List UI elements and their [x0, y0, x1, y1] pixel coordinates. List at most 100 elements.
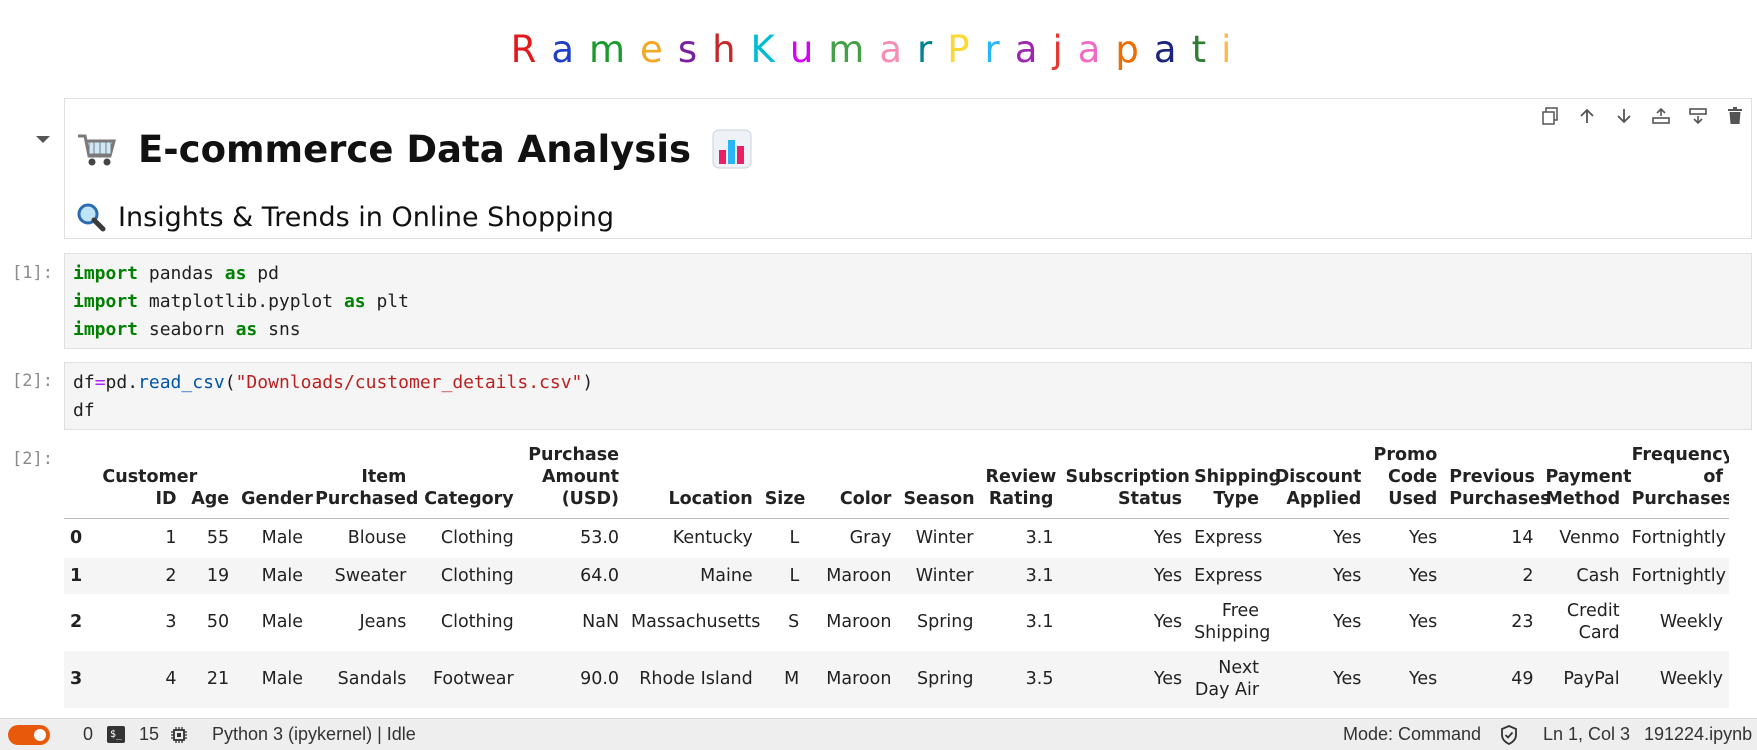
code-string: "Downloads/customer_details.csv" — [235, 372, 583, 393]
code-text: matplotlib.pyplot — [138, 291, 344, 312]
code-text: df — [73, 400, 95, 421]
table-cell: S — [788, 612, 800, 632]
duplicate-icon[interactable] — [1537, 104, 1563, 128]
terminal-icon[interactable]: $_ — [107, 726, 125, 743]
output-prompt: [2]: — [12, 449, 53, 469]
table-cell: Rhode Island — [639, 669, 753, 689]
table-cell: 23 — [1511, 612, 1534, 632]
insert-above-icon[interactable] — [1648, 104, 1674, 128]
notebook-heading: E-commerce Data Analysis — [76, 124, 753, 174]
table-cell: 90.0 — [580, 669, 620, 689]
table-cell: 53.0 — [580, 528, 620, 549]
table-cell: 14 — [1511, 528, 1534, 549]
title-letter: P — [947, 28, 985, 71]
table-cell: Maroon — [826, 612, 892, 632]
move-up-icon[interactable] — [1574, 104, 1600, 128]
title-letter: u — [789, 28, 829, 71]
code-operator: = — [94, 372, 106, 393]
column-header: Payment Method — [1539, 440, 1631, 519]
cell-prompt: [2]: — [12, 371, 53, 391]
table-cell: Credit Card — [1566, 601, 1620, 643]
column-header: Discount Applied — [1265, 440, 1368, 519]
table-cell: Winter — [915, 565, 974, 586]
notebook-mode[interactable]: Mode: Command — [1343, 719, 1481, 750]
table-cell: 64.0 — [580, 565, 620, 586]
table-cell: Express — [1194, 565, 1263, 586]
cursor-position[interactable]: Ln 1, Col 3 — [1543, 719, 1630, 750]
table-cell: 4 — [165, 669, 177, 689]
column-header: Previous Purchases — [1443, 440, 1551, 519]
simple-mode-toggle[interactable] — [8, 724, 50, 745]
title-letter: s — [677, 28, 713, 71]
column-header: Subscription Status — [1059, 440, 1190, 519]
code-text: ) — [582, 372, 594, 393]
table-cell: Male — [261, 565, 304, 586]
table-header-row: Customer ID Age Gender Item Purchased Catego… — [64, 440, 1729, 519]
table-cell: Clothing — [440, 565, 514, 586]
table-cell: 2 — [165, 565, 177, 586]
code-text: df — [73, 372, 95, 393]
table-cell: Blouse — [347, 528, 407, 549]
delete-icon[interactable] — [1722, 104, 1748, 128]
title-letter: r — [984, 28, 1015, 71]
column-header: Purchase Amount (USD) — [519, 440, 626, 519]
shopping-cart-icon — [78, 134, 116, 166]
code-cell-imports[interactable]: import pandas as pd import matplotlib.py… — [64, 253, 1752, 349]
title-letter: R — [510, 28, 552, 71]
code-text: plt — [365, 291, 409, 312]
title-letter: a — [1077, 28, 1116, 71]
kernel-status[interactable]: Python 3 (ipykernel) | Idle — [212, 719, 416, 750]
terminals-count[interactable]: 0 — [83, 719, 93, 750]
table-cell: Clothing — [440, 612, 514, 632]
code-text: pandas — [138, 263, 225, 284]
kernels-count[interactable]: 15 — [139, 719, 159, 750]
table-cell: M — [784, 669, 800, 689]
table-cell: Yes — [1153, 612, 1183, 632]
table-cell: 50 — [206, 612, 230, 632]
table-cell: Yes — [1333, 528, 1362, 549]
table-cell: Fortnightly — [1631, 565, 1727, 586]
table-row: 0 1 55 Male Blouse Clothing 53.0 Kentucky L Gray W… — [64, 519, 1729, 558]
table-cell: 3.1 — [1025, 528, 1054, 549]
dataframe-table: Customer ID Age Gender Item Purchased Catego… — [64, 440, 1729, 708]
table-cell: 55 — [206, 528, 230, 549]
bar-chart-icon — [712, 129, 752, 169]
table-row: 1 2 19 Male Sweater Clothing 64.0 Maine L Maroon W… — [64, 557, 1729, 594]
column-header: Gender — [235, 440, 313, 519]
table-cell: Venmo — [1559, 528, 1620, 549]
column-header: Category — [412, 440, 520, 519]
insert-below-icon[interactable] — [1685, 104, 1711, 128]
table-cell: Express — [1194, 528, 1263, 549]
code-cell-read-csv[interactable]: df=pd.read_csv("Downloads/customer_detai… — [64, 362, 1752, 430]
table-cell: 3.1 — [1025, 612, 1054, 632]
table-cell: Free Shipping — [1194, 601, 1271, 643]
table-cell: Winter — [915, 528, 974, 549]
code-text: ( — [224, 372, 236, 393]
collapse-caret-icon[interactable] — [36, 136, 50, 143]
column-header: Size — [758, 440, 805, 519]
table-cell: Next Day Air — [1194, 658, 1260, 700]
table-cell: Footwear — [432, 669, 514, 689]
column-header: Promo Code Used — [1367, 440, 1444, 519]
code-keyword: import — [73, 291, 139, 312]
table-cell: NaN — [582, 612, 620, 632]
shield-check-icon[interactable] — [1500, 724, 1518, 745]
move-down-icon[interactable] — [1611, 104, 1637, 128]
row-index: 1 — [70, 565, 83, 586]
code-keyword: import — [73, 263, 139, 284]
title-letter: i — [1221, 28, 1247, 71]
column-header: Color — [805, 440, 898, 519]
table-cell: 2 — [1522, 565, 1534, 586]
dataframe-output: Customer ID Age Gender Item Purchased Catego… — [64, 440, 1729, 718]
table-cell: PayPal — [1563, 669, 1620, 689]
title-letter: a — [1014, 28, 1053, 71]
table-cell: Yes — [1153, 565, 1183, 586]
code-text: pd — [246, 263, 279, 284]
column-header: Customer ID — [96, 440, 197, 519]
magnifier-icon — [77, 203, 106, 232]
code-keyword: as — [343, 291, 366, 312]
table-cell: Sweater — [334, 565, 407, 586]
kernel-chip-icon[interactable] — [170, 726, 188, 744]
table-cell: Yes — [1409, 669, 1438, 689]
column-header: Location — [625, 440, 759, 519]
